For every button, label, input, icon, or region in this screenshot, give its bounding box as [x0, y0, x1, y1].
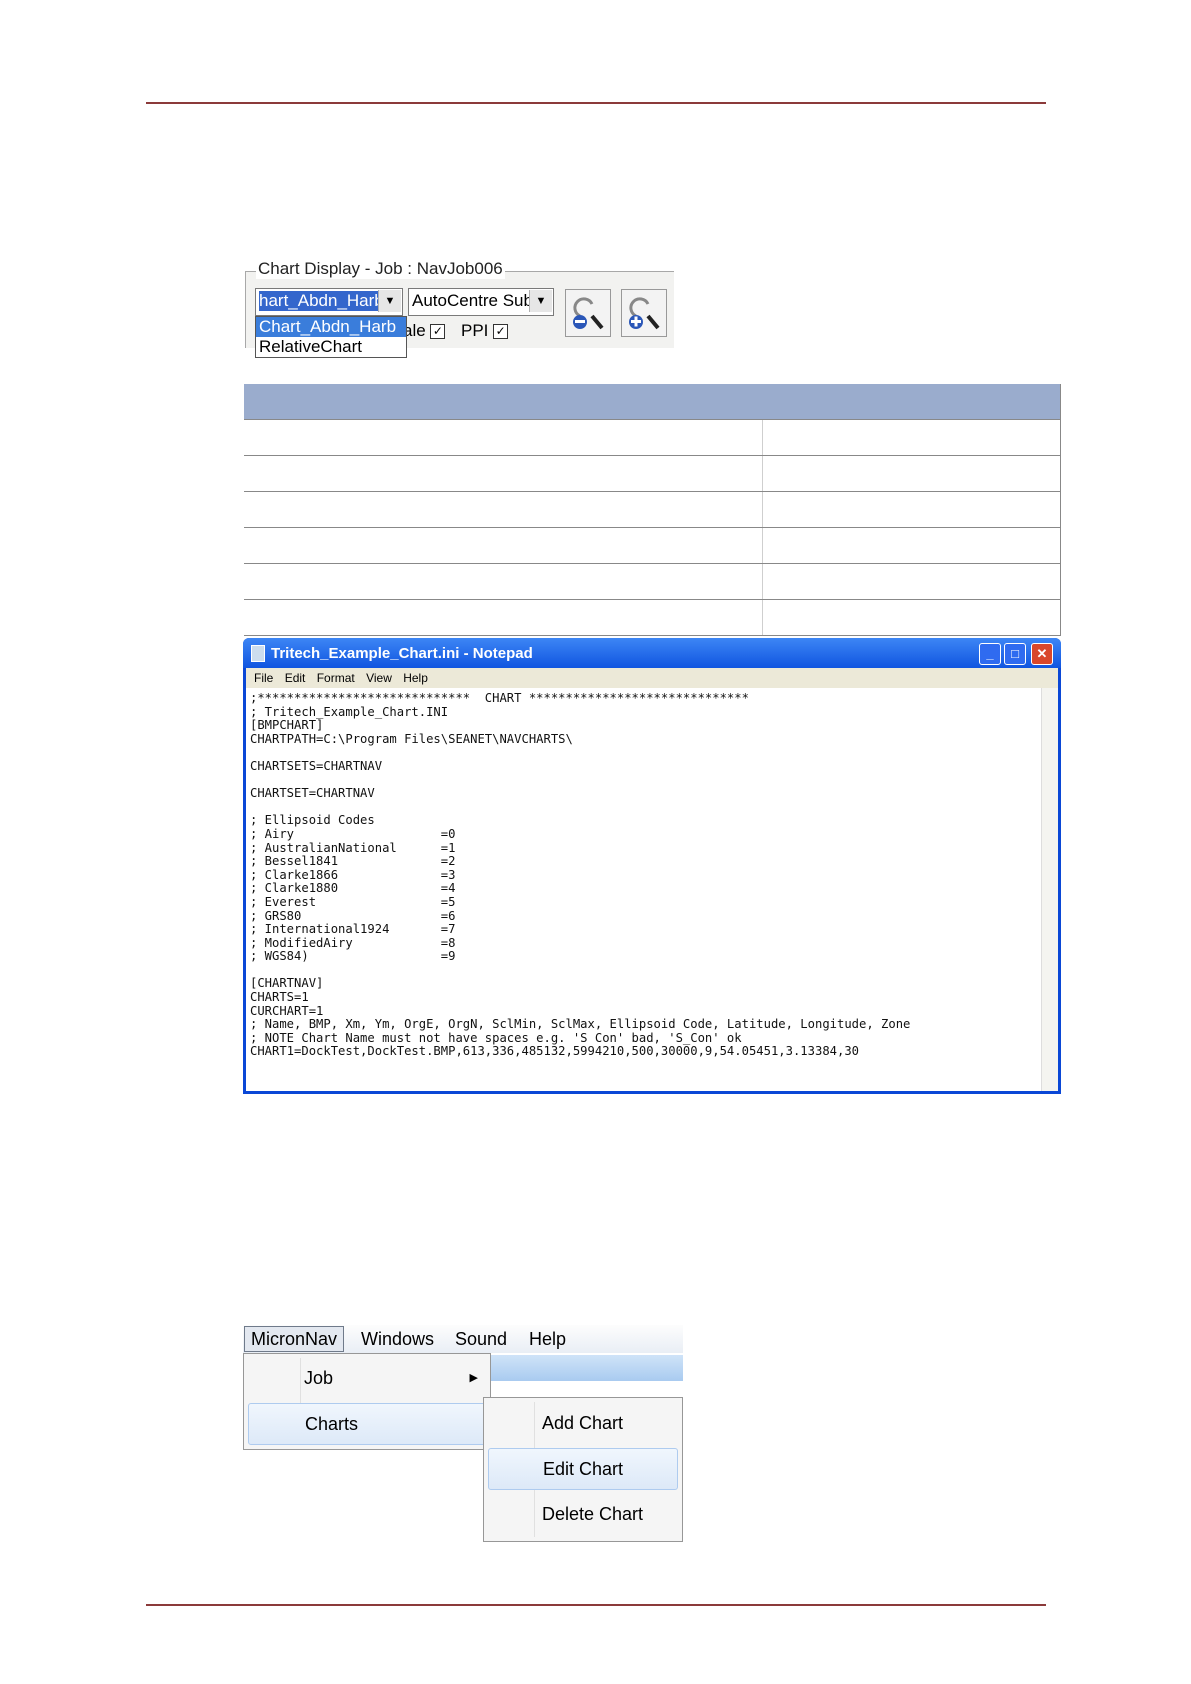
- table-header-cell: [762, 384, 1061, 420]
- zoom-in-icon: [629, 297, 660, 330]
- table-row: [244, 455, 1061, 492]
- menu-item-label: Job: [304, 1368, 334, 1388]
- vertical-scrollbar[interactable]: [1041, 688, 1058, 1091]
- micronnav-dropdown: Job ▶ Charts: [243, 1353, 491, 1450]
- notepad-menubar: File Edit Format View Help: [246, 668, 1058, 688]
- submenu-arrow-icon: ▶: [469, 1372, 478, 1384]
- zoom-in-button[interactable]: [621, 289, 667, 337]
- menu-item-delete-chart[interactable]: Delete Chart: [484, 1494, 682, 1534]
- table-cell: [762, 563, 1061, 600]
- notepad-icon: [251, 645, 265, 662]
- menu-view[interactable]: View: [366, 671, 392, 685]
- menu-item-label: Charts: [305, 1414, 359, 1434]
- table-header-cell: [244, 384, 763, 420]
- menu-item-label: Edit Chart: [543, 1459, 624, 1479]
- chart-select[interactable]: hart_Abdn_Harb ▼: [255, 288, 403, 316]
- menu-item-add-chart[interactable]: Add Chart: [484, 1403, 682, 1443]
- table-cell: [762, 419, 1061, 456]
- notepad-window: Tritech_Example_Chart.ini - Notepad _ □ …: [243, 638, 1061, 1094]
- notepad-title-bar[interactable]: Tritech_Example_Chart.ini - Notepad _ □ …: [243, 638, 1061, 668]
- table-cell: [244, 455, 763, 492]
- zoom-out-icon: [573, 297, 604, 330]
- dropdown-option[interactable]: Chart_Abdn_Harb: [256, 317, 406, 337]
- table-cell: [244, 527, 763, 564]
- scale-checkbox-group[interactable]: ale ✓: [403, 321, 446, 341]
- table-row: [244, 491, 1061, 528]
- autocentre-select[interactable]: AutoCentre Sub ▼: [408, 288, 554, 316]
- chevron-down-icon[interactable]: ▼: [378, 290, 401, 312]
- table-cell: [762, 455, 1061, 492]
- menu-sound[interactable]: Sound: [455, 1329, 507, 1350]
- notepad-title: Tritech_Example_Chart.ini - Notepad: [271, 645, 533, 662]
- table-cell: [244, 491, 763, 528]
- menu-item-charts[interactable]: Charts: [248, 1403, 486, 1445]
- empty-table: [244, 384, 1061, 636]
- menu-item-label: Add Chart: [542, 1413, 624, 1433]
- minimize-button[interactable]: _: [979, 643, 1001, 665]
- chart-display-panel: Chart Display - Job : NavJob006 hart_Abd…: [243, 259, 674, 358]
- maximize-button[interactable]: □: [1004, 643, 1026, 665]
- notepad-text-area[interactable]: ;***************************** CHART ***…: [246, 688, 1058, 1091]
- chart-select-value: hart_Abdn_Harb: [259, 291, 384, 311]
- menu-item-label: Delete Chart: [542, 1504, 644, 1524]
- ppi-checkbox-group[interactable]: PPI ✓: [461, 321, 509, 341]
- charts-submenu: Add Chart Edit Chart Delete Chart: [483, 1397, 683, 1542]
- menu-format[interactable]: Format: [317, 671, 355, 685]
- table-cell: [244, 563, 763, 600]
- table-row: [244, 527, 1061, 564]
- chart-dropdown-list: Chart_Abdn_Harb RelativeChart: [255, 316, 407, 358]
- app-menubar: MicronNav Windows Sound Help: [243, 1325, 683, 1353]
- chevron-down-icon[interactable]: ▼: [529, 290, 552, 312]
- menu-help[interactable]: Help: [529, 1329, 566, 1350]
- zoom-out-button[interactable]: [565, 289, 611, 337]
- menu-windows[interactable]: Windows: [361, 1329, 434, 1350]
- ppi-label: PPI: [461, 321, 489, 340]
- scale-checkbox[interactable]: ✓: [430, 324, 446, 340]
- micronnav-menu-screenshot: MicronNav Windows Sound Help Job ▶ Chart…: [243, 1325, 683, 1555]
- table-cell: [244, 599, 763, 636]
- table-row: [244, 563, 1061, 600]
- menu-help[interactable]: Help: [403, 671, 428, 685]
- footer-rule: [146, 1604, 1046, 1606]
- menu-edit[interactable]: Edit: [285, 671, 306, 685]
- header-rule: [146, 102, 1046, 104]
- menu-file[interactable]: File: [254, 671, 273, 685]
- table-header-row: [244, 384, 1061, 420]
- menu-micronnav[interactable]: MicronNav: [244, 1326, 345, 1352]
- autocentre-select-value: AutoCentre Sub: [412, 291, 533, 310]
- table-cell: [244, 419, 763, 456]
- notepad-content: ;***************************** CHART ***…: [250, 691, 911, 1059]
- background-strip: [473, 1355, 683, 1381]
- table-cell: [762, 599, 1061, 636]
- table-cell: [762, 527, 1061, 564]
- menu-item-job[interactable]: Job ▶: [244, 1358, 490, 1398]
- ppi-checkbox[interactable]: ✓: [493, 324, 509, 340]
- chart-display-legend: Chart Display - Job : NavJob006: [256, 259, 505, 279]
- menu-item-edit-chart[interactable]: Edit Chart: [488, 1448, 678, 1490]
- table-row: [244, 419, 1061, 456]
- table-row: [244, 599, 1061, 636]
- dropdown-option[interactable]: RelativeChart: [256, 337, 406, 357]
- close-button[interactable]: ✕: [1031, 643, 1053, 665]
- table-cell: [762, 491, 1061, 528]
